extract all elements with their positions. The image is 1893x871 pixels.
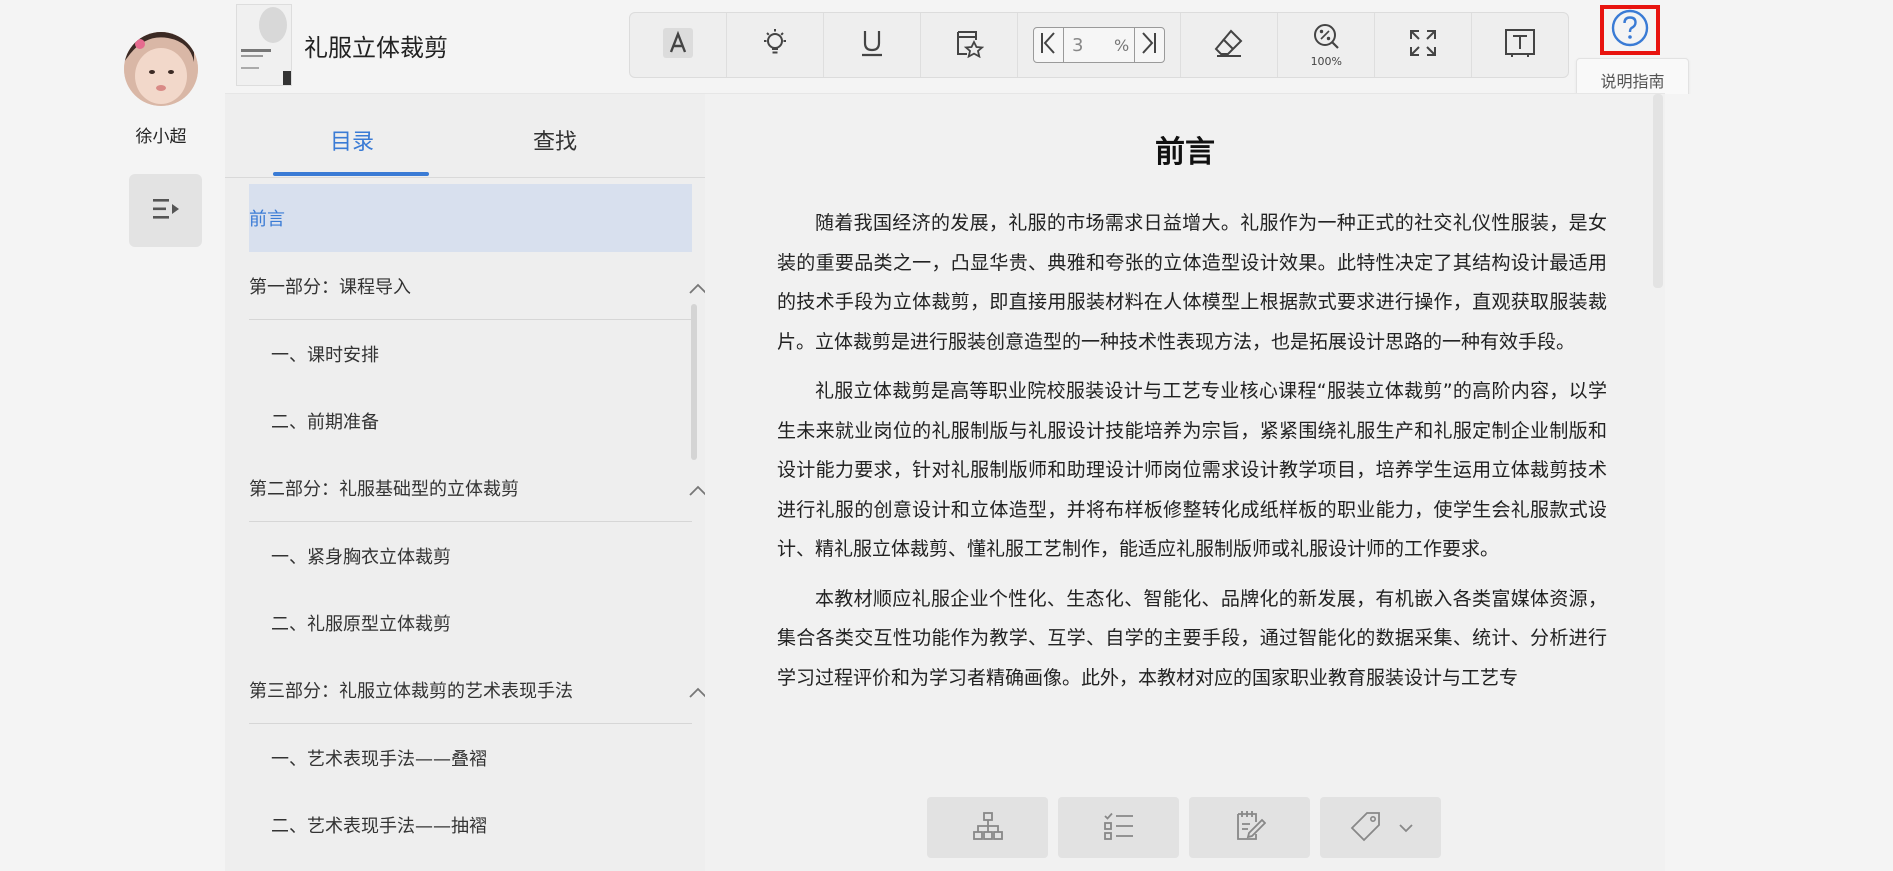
text-box-icon [1504, 28, 1536, 62]
notepad-pen-icon [1234, 810, 1266, 846]
toc-item[interactable]: 二、艺术表现手法——抽褶 [249, 791, 716, 858]
toc-item-label: 第一部分：课程导入 [249, 276, 411, 298]
eraser-button[interactable] [1181, 13, 1279, 77]
tag-icon [1349, 810, 1399, 846]
fullscreen-icon [1408, 28, 1438, 62]
org-chart-icon [972, 811, 1004, 845]
book-title: 礼服立体裁剪 [304, 34, 448, 62]
user-name: 徐小超 [135, 127, 187, 147]
toc-item[interactable]: 第二部分：礼服基础型的立体裁剪 [249, 454, 707, 522]
first-page-icon [1039, 31, 1057, 59]
page-nav-control: 3 % [1032, 27, 1165, 63]
page-input[interactable]: 3 [1064, 35, 1114, 56]
bookmark-star-icon [954, 28, 984, 62]
tab-toc[interactable]: 目录 [330, 124, 374, 156]
toggle-sidebar-button[interactable] [129, 174, 202, 247]
toc-item-label: 前言 [249, 209, 285, 230]
toc-item[interactable]: 前言 [249, 184, 692, 252]
paragraph: 随着我国经济的发展，礼服的市场需求日益增大。礼服作为一种正式的社交礼仪性服装，是… [777, 212, 1607, 353]
underline-button[interactable] [824, 13, 921, 77]
notes-button[interactable] [1189, 797, 1310, 858]
eraser-icon [1213, 27, 1245, 63]
chevron-down-icon [1398, 818, 1413, 837]
last-page-icon [1140, 31, 1158, 59]
right-margin [1665, 94, 1893, 871]
font-button[interactable] [630, 13, 727, 77]
sidebar-scrollbar[interactable] [691, 304, 697, 460]
question-circle-icon [1610, 8, 1650, 52]
toc-item[interactable]: 一、课时安排 [249, 320, 716, 387]
book-cover [236, 4, 292, 86]
tab-search[interactable]: 查找 [533, 124, 577, 156]
last-page-button[interactable] [1133, 28, 1164, 62]
fullscreen-button[interactable] [1375, 13, 1473, 77]
toc-item[interactable]: 一、紧身胸衣立体裁剪 [249, 522, 716, 589]
toc-item[interactable]: 二、礼服原型立体裁剪 [249, 589, 716, 656]
paragraph: 本教材顺应礼服企业个性化、生态化、智能化、品牌化的新发展，有机嵌入各类富媒体资源… [777, 587, 1607, 689]
checklist-button[interactable] [1058, 797, 1179, 858]
left-rail: 徐小超 [0, 0, 225, 871]
content-scrollbar[interactable] [1653, 94, 1663, 288]
toc-item-label: 一、紧身胸衣立体裁剪 [271, 546, 451, 568]
toc-list: 前言 第一部分：课程导入 一、课时安排 二、前期准备 第二部分：礼服基础型的立体… [249, 184, 716, 858]
toc-item-label: 二、艺术表现手法——抽褶 [271, 815, 487, 837]
help-button[interactable] [1600, 5, 1660, 55]
avatar[interactable] [124, 32, 198, 106]
toc-item-label: 二、前期准备 [271, 411, 379, 433]
bookmark-button[interactable] [921, 13, 1018, 77]
lightbulb-icon [760, 27, 790, 63]
font-icon [662, 28, 693, 62]
page-navigator: 3 % [1018, 13, 1182, 77]
zoom-level: 100% [1310, 55, 1343, 68]
sidebar-tabs: 目录 查找 [225, 94, 705, 178]
zoom-percent-icon [1312, 22, 1340, 54]
zoom-button[interactable]: 100% [1278, 13, 1376, 77]
brightness-button[interactable] [727, 13, 824, 77]
paragraph: 礼服立体裁剪是高等职业院校服装设计与工艺专业核心课程“服装立体裁剪”的高阶内容，… [777, 380, 1607, 560]
toc-item-label: 二、礼服原型立体裁剪 [271, 613, 451, 635]
reader-toolbar: 3 % 100% [629, 12, 1569, 78]
toc-item-label: 第二部分：礼服基础型的立体裁剪 [249, 478, 519, 500]
page-title: 前言 [1155, 135, 1215, 170]
toc-item-label: 一、课时安排 [271, 344, 379, 366]
toc-item[interactable]: 第三部分：礼服立体裁剪的艺术表现手法 [249, 656, 707, 724]
text-box-button[interactable] [1472, 13, 1568, 77]
collapse-menu-icon [151, 196, 181, 226]
toc-item[interactable]: 第一部分：课程导入 [249, 252, 707, 320]
reading-pane: 前言 随着我国经济的发展，礼服的市场需求日益增大。礼服作为一种正式的社交礼仪性服… [705, 94, 1665, 871]
mind-map-button[interactable] [927, 797, 1048, 858]
checklist-icon [1103, 811, 1135, 845]
toc-item[interactable]: 二、前期准备 [249, 387, 716, 454]
toc-item[interactable]: 一、艺术表现手法——叠褶 [249, 724, 716, 791]
toc-sidebar: 目录 查找 前言 第一部分：课程导入 一、课时安排 二、前期准备 第二部分：礼服… [225, 94, 707, 871]
first-page-button[interactable] [1034, 28, 1064, 62]
active-tab-indicator [273, 172, 429, 176]
document-body: 随着我国经济的发展，礼服的市场需求日益增大。礼服作为一种正式的社交礼仪性服装，是… [777, 204, 1607, 708]
page-unit: % [1113, 35, 1130, 55]
toc-item-label: 一、艺术表现手法——叠褶 [271, 748, 487, 770]
tag-button[interactable] [1320, 797, 1441, 858]
toc-item-label: 第三部分：礼服立体裁剪的艺术表现手法 [249, 680, 573, 702]
bottom-toolbar [927, 797, 1441, 858]
underline-icon [858, 28, 886, 62]
